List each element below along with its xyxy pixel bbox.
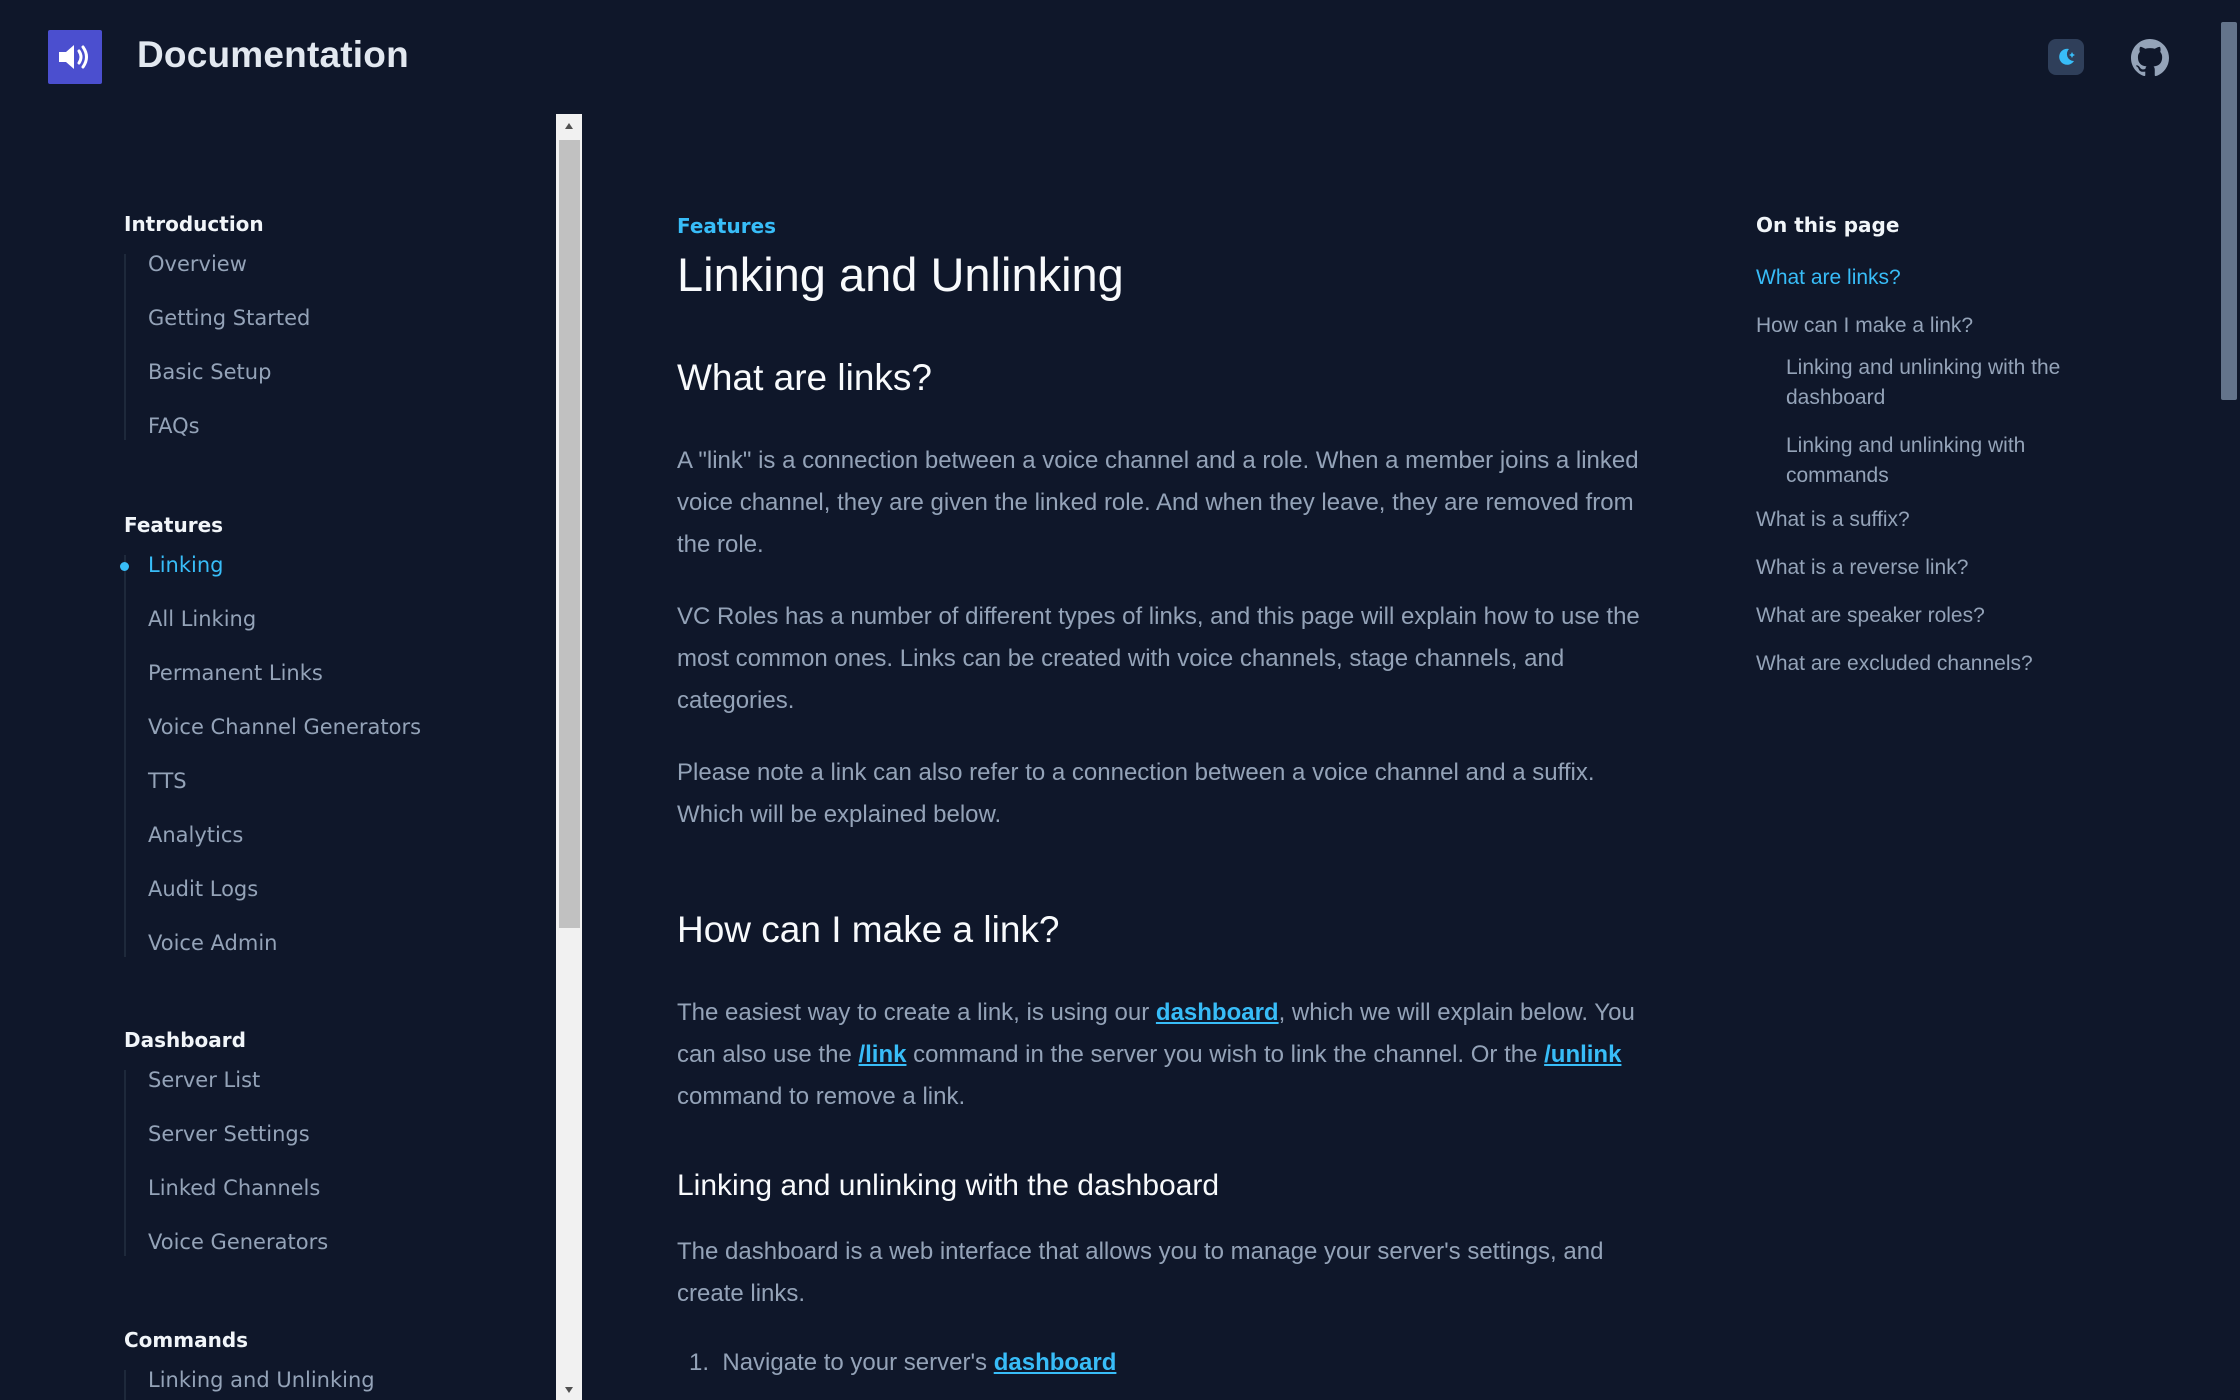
github-link[interactable]	[2130, 38, 2170, 78]
sidebar-item-basic-setup[interactable]: Basic Setup	[148, 362, 310, 416]
link-command-link[interactable]: /link	[858, 1041, 906, 1068]
heading-what-are-links: What are links?	[677, 357, 932, 398]
sidebar-item-all-linking[interactable]: All Linking	[148, 609, 421, 663]
page: Documentation Introduction Overview Gett…	[0, 0, 2240, 1400]
sidebar-scrollbar-thumb[interactable]	[559, 140, 580, 928]
nav-section-features: Features Linking All Linking Permanent L…	[120, 513, 421, 957]
dashboard-link[interactable]: dashboard	[1156, 999, 1279, 1026]
paragraph: The dashboard is a web interface that al…	[677, 1238, 1604, 1307]
theme-toggle-button[interactable]	[2048, 39, 2084, 75]
text: The easiest way to create a link, is usi…	[677, 999, 1156, 1026]
paragraph: The easiest way to create a link, is usi…	[677, 992, 1662, 1118]
heading-how-can-i-make-a-link: How can I make a link?	[677, 909, 1060, 950]
sidebar-item-linked-channels[interactable]: Linked Channels	[148, 1178, 328, 1232]
sidebar-item-tts[interactable]: TTS	[148, 771, 421, 825]
section-eyebrow: Features	[677, 214, 777, 238]
sidebar-item-permanent-links[interactable]: Permanent Links	[148, 663, 421, 717]
sidebar-item-analytics[interactable]: Analytics	[148, 825, 421, 879]
nav-section-introduction: Introduction Overview Getting Started Ba…	[124, 212, 310, 440]
window-scrollbar-thumb[interactable]	[2221, 22, 2237, 400]
list-number: 1.	[689, 1349, 710, 1376]
toc-item-what-are-speaker-roles[interactable]: What are speaker roles?	[1756, 601, 1985, 631]
heading-linking-with-dashboard: Linking and unlinking with the dashboard	[677, 1169, 1220, 1202]
nav-list: Linking All Linking Permanent Links Voic…	[120, 553, 421, 957]
nav-list: Linking and Unlinking	[124, 1370, 375, 1400]
site-title[interactable]: Documentation	[137, 34, 409, 76]
list-item: 1. Navigate to your server's dashboard	[689, 1349, 1116, 1377]
sidebar-item-faqs[interactable]: FAQs	[148, 416, 310, 440]
scroll-up-arrow-icon[interactable]	[556, 116, 582, 136]
toc-heading: On this page	[1756, 213, 1900, 237]
sidebar-nav: Introduction Overview Getting Started Ba…	[0, 114, 582, 1400]
sidebar-item-linking-and-unlinking[interactable]: Linking and Unlinking	[148, 1370, 375, 1400]
sidebar-item-overview[interactable]: Overview	[148, 254, 310, 308]
toc-item-what-are-excluded-channels[interactable]: What are excluded channels?	[1756, 649, 2033, 679]
unlink-command-link[interactable]: /unlink	[1544, 1041, 1621, 1068]
toc-item-what-is-a-suffix[interactable]: What is a suffix?	[1756, 505, 1910, 535]
sidebar-item-server-list[interactable]: Server List	[148, 1070, 328, 1124]
sidebar-item-audit-logs[interactable]: Audit Logs	[148, 879, 421, 933]
top-header: Documentation	[0, 0, 2216, 114]
toc-item-how-can-i-make-a-link[interactable]: How can I make a link?	[1756, 311, 1973, 341]
sidebar-item-server-settings[interactable]: Server Settings	[148, 1124, 328, 1178]
toc-item-linking-with-commands[interactable]: Linking and unlinking with commands	[1786, 431, 2116, 491]
nav-section-dashboard: Dashboard Server List Server Settings Li…	[124, 1028, 328, 1256]
text: command in the server you wish to link t…	[906, 1041, 1545, 1068]
sidebar-item-voice-channel-generators[interactable]: Voice Channel Generators	[148, 717, 421, 771]
moon-icon	[2059, 48, 2075, 65]
page-title: Linking and Unlinking	[677, 248, 1124, 301]
paragraph: A "link" is a connection between a voice…	[677, 447, 1639, 558]
toc-item-what-is-a-reverse-link[interactable]: What is a reverse link?	[1756, 553, 1968, 583]
nav-list: Server List Server Settings Linked Chann…	[124, 1070, 328, 1256]
nav-heading: Features	[124, 513, 224, 537]
nav-heading: Dashboard	[124, 1028, 246, 1052]
nav-heading: Introduction	[124, 212, 264, 236]
scroll-down-arrow-icon[interactable]	[556, 1380, 582, 1400]
nav-section-commands: Commands Linking and Unlinking	[124, 1328, 375, 1400]
paragraph: VC Roles has a number of different types…	[677, 603, 1640, 714]
text: Navigate to your server's	[722, 1349, 994, 1376]
speaker-icon[interactable]	[48, 30, 102, 84]
nav-list: Overview Getting Started Basic Setup FAQ…	[124, 254, 310, 440]
active-indicator	[120, 562, 129, 571]
paragraph: Please note a link can also refer to a c…	[677, 759, 1595, 828]
sidebar-item-voice-generators[interactable]: Voice Generators	[148, 1232, 328, 1256]
toc-item-linking-with-dashboard[interactable]: Linking and unlinking with the dashboard	[1786, 353, 2116, 413]
github-icon	[2131, 39, 2169, 77]
sidebar-item-voice-admin[interactable]: Voice Admin	[148, 933, 421, 957]
nav-heading: Commands	[124, 1328, 249, 1352]
sidebar-item-getting-started[interactable]: Getting Started	[148, 308, 310, 362]
toc-item-what-are-links[interactable]: What are links?	[1756, 263, 1901, 293]
dashboard-link[interactable]: dashboard	[994, 1349, 1117, 1376]
sidebar-item-label: Linking	[148, 553, 224, 577]
sidebar-item-linking[interactable]: Linking	[120, 553, 421, 609]
text: command to remove a link.	[677, 1083, 966, 1110]
